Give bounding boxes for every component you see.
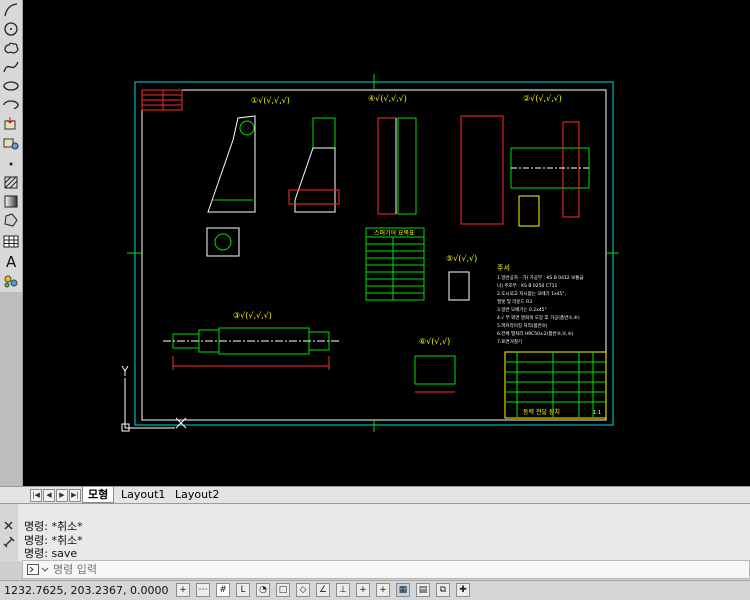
transparency-icon[interactable]: ▦ (396, 583, 410, 597)
multiline-text-icon[interactable]: A (2, 253, 20, 269)
roughness-label-4: ④√(√,√,√) (368, 94, 407, 103)
add-selected-icon[interactable] (2, 272, 20, 288)
tab-layout1[interactable]: Layout1 (116, 487, 170, 502)
inner-frame (141, 89, 607, 421)
arc-icon[interactable] (2, 2, 20, 18)
ucs-icon (121, 365, 187, 432)
make-block-icon[interactable] (2, 135, 20, 151)
title-block-scale: 1:1 (593, 410, 601, 416)
spline-icon[interactable] (2, 59, 20, 75)
ellipse-arc-icon[interactable] (2, 97, 20, 113)
osnap-icon[interactable]: □ (276, 583, 290, 597)
ortho-icon[interactable]: L (236, 583, 250, 597)
centering-marks (127, 74, 619, 432)
model-space-canvas[interactable]: ①√(√,√,√) ④√(√,√,√) ②√(√,√,√) 스퍼기어 요목표 ⑤… (23, 0, 750, 486)
part-6-collar (414, 355, 456, 393)
ducs-icon[interactable]: ⊥ (336, 583, 350, 597)
part-1-detail (206, 227, 240, 257)
notes-title: 주서 (497, 263, 510, 272)
command-prompt-icon[interactable] (27, 564, 49, 576)
lineweight-icon[interactable]: + (376, 583, 390, 597)
annotation-monitor-icon[interactable]: ✚ (456, 583, 470, 597)
command-input-bar (22, 560, 750, 579)
text-glyph: A (6, 253, 17, 269)
coordinate-readout[interactable]: 1232.7625, 203.2367, 0.0000 (4, 584, 168, 597)
grid-icon[interactable]: # (216, 583, 230, 597)
part-1-side-view (288, 117, 340, 213)
command-history-line: 명령: *취소* (24, 534, 83, 547)
next-tab-button[interactable]: ▶ (56, 489, 68, 502)
svg-text:7.표면거칠기: 7.표면거칠기 (497, 338, 522, 345)
ellipse-icon[interactable] (2, 78, 20, 94)
spec-table-title: 스퍼기어 요목표 (374, 229, 415, 237)
prev-tab-button[interactable]: ◀ (43, 489, 55, 502)
insert-block-icon[interactable] (2, 116, 20, 132)
roughness-label-2: ②√(√,√,√) (523, 94, 562, 103)
snap-icon[interactable]: ⋯ (196, 583, 210, 597)
command-window-grip[interactable] (0, 504, 18, 561)
svg-text:나) 주조부 : KS B 0250 CT11: 나) 주조부 : KS B 0250 CT11 (497, 282, 558, 289)
status-bar: 1232.7625, 203.2367, 0.0000 + ⋯ # L ◔ □ … (0, 580, 750, 600)
part-4-section (377, 117, 417, 215)
part-2-gear-section (460, 115, 590, 227)
part-3-shaft (163, 327, 339, 370)
layout-tab-bar: |◀ ◀ ▶ ▶| 모형 Layout1 Layout2 (0, 486, 750, 503)
revision-cloud-icon[interactable] (2, 40, 20, 56)
infer-constraints-icon[interactable]: + (176, 583, 190, 597)
roughness-label-5: ⑤√(√,√) (446, 254, 477, 263)
revision-grid (141, 89, 183, 111)
last-tab-button[interactable]: ▶| (69, 489, 81, 502)
draw-toolbar: A (0, 0, 23, 292)
polar-icon[interactable]: ◔ (256, 583, 270, 597)
command-input[interactable] (53, 563, 733, 576)
spur-gear-spec-table: 스퍼기어 요목표 (365, 227, 425, 301)
svg-text:6.전체 열처리 HRC50±2(품번③,⑤,⑥): 6.전체 열처리 HRC50±2(품번③,⑤,⑥) (497, 330, 574, 337)
roughness-label-6: ⑥√(√,√) (419, 337, 450, 346)
gradient-icon[interactable] (2, 193, 20, 209)
tab-layout2[interactable]: Layout2 (170, 487, 224, 502)
roughness-label-3: ③√(√,√,√) (233, 311, 272, 320)
svg-text:3.일반 모떼기는 0.2x45°: 3.일반 모떼기는 0.2x45° (497, 306, 547, 313)
region-icon[interactable] (2, 212, 20, 228)
notes-block: 1.일반공차 - 가) 가공부 : KS B 0412 보통급 나) 주조부 :… (497, 274, 584, 345)
command-history-line: 명령: save (24, 547, 78, 560)
svg-text:4.√ 부 외면 명회색 도장 후 가공(품번①,④): 4.√ 부 외면 명회색 도장 후 가공(품번①,④) (497, 314, 580, 321)
part-5-view (448, 271, 470, 301)
command-window: 명령: *취소* 명령: *취소* 명령: save (0, 503, 750, 561)
selection-cycling-icon[interactable]: ⧉ (436, 583, 450, 597)
command-history-line: 명령: *취소* (24, 520, 83, 533)
close-icon[interactable] (4, 521, 13, 530)
roughness-label-1: ①√(√,√,√) (251, 96, 290, 105)
hatch-icon[interactable] (2, 174, 20, 190)
3d-osnap-icon[interactable]: ◇ (296, 583, 310, 597)
first-tab-button[interactable]: |◀ (30, 489, 42, 502)
svg-text:2.도시되고 지시없는 모떼기 1x45°,: 2.도시되고 지시없는 모떼기 1x45°, (497, 290, 566, 297)
table-icon[interactable] (2, 233, 20, 249)
dyn-icon[interactable]: + (356, 583, 370, 597)
otrack-icon[interactable]: ∠ (316, 583, 330, 597)
toolbar-empty-area (0, 292, 23, 488)
svg-text:필렛 및 라운드 R3: 필렛 및 라운드 R3 (497, 298, 532, 305)
quick-properties-icon[interactable]: ▤ (416, 583, 430, 597)
part-1-front-view (207, 115, 256, 213)
circle-icon[interactable] (2, 21, 20, 37)
title-block-name: 동력 전달 장치 (523, 408, 560, 416)
tab-model[interactable]: 모형 (82, 487, 115, 503)
customize-icon[interactable] (3, 536, 15, 548)
svg-text:5.파커라이징 처리(품번②): 5.파커라이징 처리(품번②) (497, 322, 548, 329)
point-icon[interactable] (2, 155, 20, 171)
svg-text:1.일반공차 - 가) 가공부 : KS B 0412 보통: 1.일반공차 - 가) 가공부 : KS B 0412 보통급 (497, 274, 584, 281)
